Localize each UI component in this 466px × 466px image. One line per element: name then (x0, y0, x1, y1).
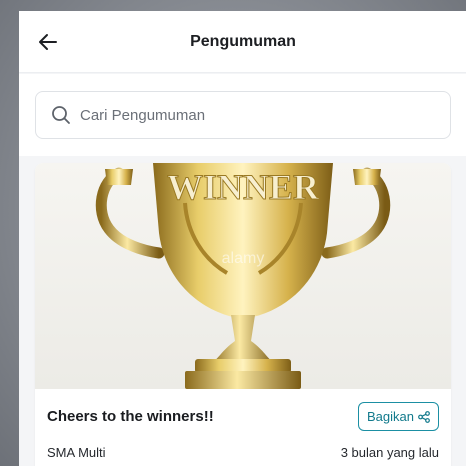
image-watermark: alamy (222, 250, 265, 267)
share-button-label: Bagikan (367, 409, 414, 424)
share-button[interactable]: Bagikan (358, 402, 439, 431)
search-icon (50, 104, 72, 126)
app-header: Pengumuman (19, 11, 466, 73)
search-box[interactable] (35, 91, 451, 139)
announcement-image: WINNER alamy (35, 163, 451, 389)
app-screen: Pengumuman Cari Pengumuman WINNER alamy … (19, 11, 466, 466)
search-section (19, 74, 466, 156)
share-icon (418, 410, 430, 423)
announcement-source: SMA Multi (47, 445, 106, 460)
announcement-time: 3 bulan yang lalu (340, 445, 439, 460)
trophy-banner-text: WINNER (167, 167, 320, 207)
page-title: Pengumuman (190, 33, 296, 50)
search-input[interactable] (80, 106, 420, 124)
announcement-title: Cheers to the winners!! (47, 408, 214, 425)
announcement-card[interactable]: WINNER alamy Cheers to the winners!! Bag… (35, 163, 451, 466)
